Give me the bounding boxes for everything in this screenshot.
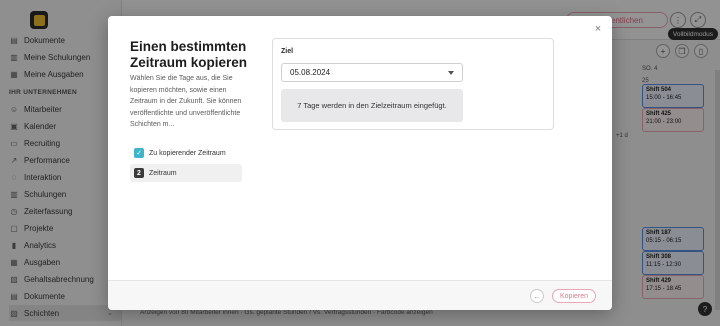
copy-period-dialog: × Einen bestimmten Zeitraum kopieren Wäh… xyxy=(108,16,612,310)
dialog-title: Einen bestimmten Zeitraum kopieren xyxy=(130,39,248,70)
step-number-badge: 2 xyxy=(134,168,144,178)
dialog-footer: ← Kopieren xyxy=(108,280,612,310)
step-label: Zeitraum xyxy=(149,169,177,177)
step-source-period[interactable]: ✓ Zu kopierender Zeitraum xyxy=(130,144,242,162)
step-label: Zu kopierender Zeitraum xyxy=(149,149,226,157)
target-date-select[interactable]: 05.08.2024 xyxy=(281,63,463,82)
target-label: Ziel xyxy=(281,48,294,55)
back-button[interactable]: ← xyxy=(530,289,544,303)
step-target-period[interactable]: 2 Zeitraum xyxy=(130,164,242,182)
info-message: 7 Tage werden in den Zielzeitraum eingef… xyxy=(281,89,463,122)
selected-date: 05.08.2024 xyxy=(290,68,331,77)
dialog-description: Wählen Sie die Tage aus, die Sie kopiere… xyxy=(130,75,242,128)
chevron-down-icon xyxy=(448,71,454,75)
target-card: Ziel 05.08.2024 7 Tage werden in den Zie… xyxy=(272,38,554,130)
check-icon: ✓ xyxy=(134,148,144,158)
copy-button[interactable]: Kopieren xyxy=(552,289,596,303)
close-icon[interactable]: × xyxy=(592,23,604,35)
